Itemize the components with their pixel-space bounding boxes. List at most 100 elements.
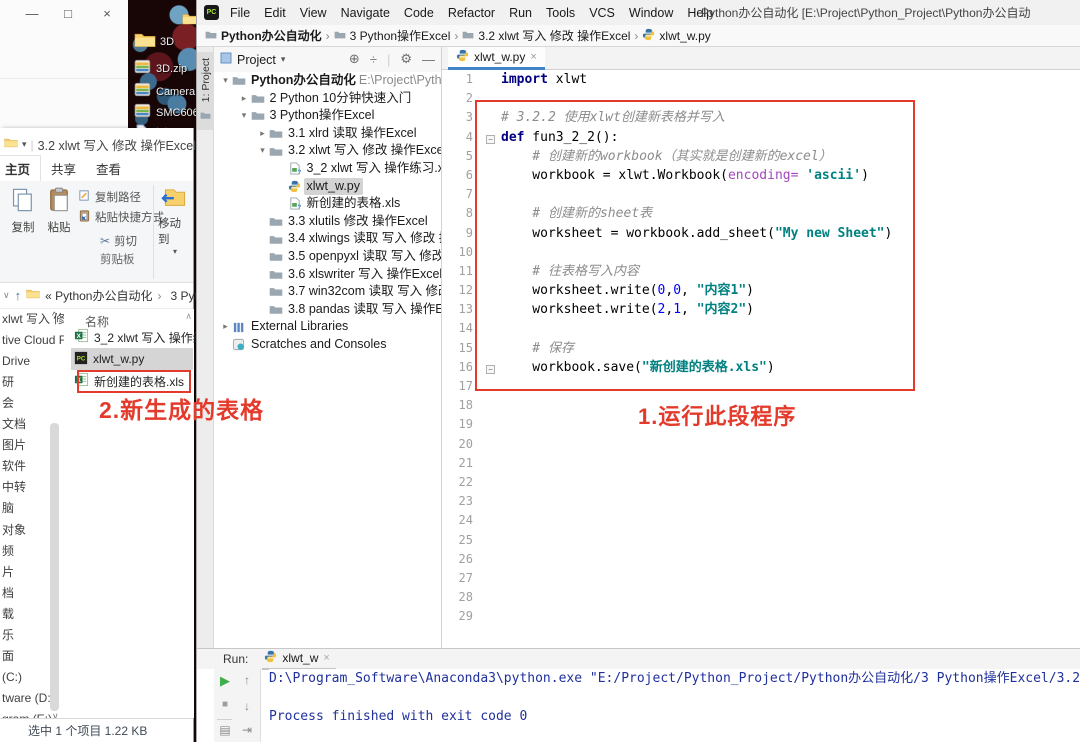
stop-icon[interactable]: ■ bbox=[217, 699, 233, 710]
sidebar-tab-project[interactable]: 1: Project bbox=[197, 52, 214, 130]
menu-vcs[interactable]: VCS bbox=[582, 4, 622, 22]
paste-shortcut-button[interactable]: 粘贴快捷方式 bbox=[78, 209, 164, 225]
ribbon-tab-1[interactable]: 主页 bbox=[0, 155, 41, 181]
settings-gear-icon[interactable]: ⚙ bbox=[400, 51, 412, 67]
hide-panel-icon[interactable]: — bbox=[422, 52, 435, 67]
nav-item[interactable]: 图片 bbox=[2, 435, 26, 456]
close-icon[interactable]: × bbox=[323, 652, 329, 664]
address-bar[interactable]: ∨ ↑ « Python办公自动化 › 3 Pyt bbox=[0, 283, 193, 309]
chevron-down-icon[interactable]: ▾ bbox=[281, 54, 286, 65]
nav-item[interactable]: 脑 bbox=[2, 498, 14, 519]
editor-tab-xlwt-w[interactable]: xlwt_w.py × bbox=[448, 47, 545, 70]
breadcrumb-item[interactable]: Python办公自动化 bbox=[205, 27, 322, 44]
nav-item[interactable]: Drive bbox=[2, 351, 30, 372]
file-row-xlwt_w.py[interactable]: PCxlwt_w.py bbox=[71, 348, 193, 370]
run-console[interactable]: D:\Program_Software\Anaconda3\python.exe… bbox=[269, 669, 1080, 742]
breadcrumb-item[interactable]: xlwt_w.py bbox=[642, 28, 710, 44]
address-chip-icon[interactable]: ∨ bbox=[3, 290, 10, 301]
nav-item[interactable]: 乐 bbox=[2, 625, 14, 646]
tree-item-xlwt_w.py[interactable]: xlwt_w.py bbox=[214, 178, 441, 196]
nav-item[interactable]: 文档 bbox=[2, 414, 26, 435]
copy-path-button[interactable]: 复制路径 bbox=[78, 189, 141, 205]
code-editor[interactable]: 1234567891011121314151617181920212223242… bbox=[442, 70, 1080, 648]
maximize-icon[interactable]: □ bbox=[58, 6, 78, 21]
move-to-button[interactable]: 移动到 ▾ bbox=[158, 185, 192, 256]
tree-item-Python办公自动化[interactable]: ▾Python办公自动化 E:\Project\Python_Pro bbox=[214, 72, 441, 90]
up-stack-icon[interactable]: ↑ bbox=[239, 673, 255, 687]
ribbon-tab-2[interactable]: 共享 bbox=[41, 156, 86, 181]
menu-tools[interactable]: Tools bbox=[539, 4, 582, 22]
tree-item-新创建的表格.xls[interactable]: ?新创建的表格.xls bbox=[214, 195, 441, 213]
nav-item[interactable]: 会 bbox=[2, 393, 14, 414]
tree-item-3.2 xlwt 写入 修改 操作Excel[interactable]: ▾3.2 xlwt 写入 修改 操作Excel bbox=[214, 142, 441, 160]
down-stack-icon[interactable]: ↓ bbox=[239, 699, 255, 713]
nav-item[interactable]: tware (D:) bbox=[2, 688, 55, 709]
nav-item[interactable]: 片 bbox=[2, 562, 14, 583]
file-row-3_2 xlwt 写入 操作练[interactable]: X3_2 xlwt 写入 操作练 bbox=[71, 326, 208, 348]
close-icon[interactable]: × bbox=[97, 6, 117, 21]
nav-item[interactable]: (C:) bbox=[2, 667, 22, 688]
soft-wrap-icon[interactable]: ⇥ bbox=[239, 723, 255, 737]
menu-file[interactable]: File bbox=[223, 4, 257, 22]
tree-item-3_2 xlwt 写入 操作练习.xlsx[interactable]: ?3_2 xlwt 写入 操作练习.xlsx bbox=[214, 160, 441, 178]
rerun-icon[interactable]: ▶ bbox=[217, 673, 233, 689]
close-icon[interactable]: × bbox=[530, 51, 536, 63]
copy-button[interactable]: 复制 bbox=[6, 187, 40, 235]
chevron-down-icon[interactable]: ▾ bbox=[219, 72, 232, 90]
chevron-down-icon[interactable]: ▾ bbox=[238, 107, 251, 125]
address-crumb[interactable]: 3 Pyt bbox=[170, 289, 197, 303]
menu-run[interactable]: Run bbox=[502, 4, 539, 22]
menu-window[interactable]: Window bbox=[622, 4, 680, 22]
menu-edit[interactable]: Edit bbox=[257, 4, 293, 22]
scroll-up-icon[interactable]: ∧ bbox=[185, 311, 192, 322]
ribbon-tab-3[interactable]: 查看 bbox=[86, 156, 131, 181]
chevron-right-icon[interactable]: ▸ bbox=[256, 125, 269, 143]
cut-button[interactable]: ✂ 剪切 bbox=[100, 233, 137, 249]
nav-item[interactable]: 档 bbox=[2, 583, 14, 604]
breadcrumb-item[interactable]: 3 Python操作Excel bbox=[334, 27, 451, 44]
restore-layout-icon[interactable]: ▤ bbox=[217, 723, 233, 737]
nav-item[interactable]: 研 bbox=[2, 372, 14, 393]
nav-item[interactable]: 软件 bbox=[2, 456, 26, 477]
menu-view[interactable]: View bbox=[293, 4, 334, 22]
nav-item[interactable]: 频 bbox=[2, 541, 14, 562]
tree-item-3.5 openpyxl 读取 写入 修改 操作E[interactable]: 3.5 openpyxl 读取 写入 修改 操作E bbox=[214, 248, 441, 266]
locate-target-icon[interactable]: ⊕ bbox=[349, 51, 360, 67]
tree-item-3.1 xlrd 读取 操作Excel[interactable]: ▸3.1 xlrd 读取 操作Excel bbox=[214, 125, 441, 143]
tree-item-External Libraries[interactable]: ▸External Libraries bbox=[214, 318, 441, 336]
tree-item-Scratches and Consoles[interactable]: Scratches and Consoles bbox=[214, 336, 441, 354]
nav-item[interactable]: gram (E:) bbox=[2, 709, 52, 718]
fold-marker-icon[interactable]: − bbox=[486, 135, 495, 144]
nav-item[interactable]: 中转 bbox=[2, 477, 26, 498]
nav-item[interactable]: 载 bbox=[2, 604, 14, 625]
tree-item-2 Python 10分钟快速入门[interactable]: ▸2 Python 10分钟快速入门 bbox=[214, 90, 441, 108]
tree-item-3.8 pandas 读取 写入 操作Excel[interactable]: 3.8 pandas 读取 写入 操作Excel bbox=[214, 301, 441, 319]
breadcrumb-item[interactable]: 3.2 xlwt 写入 修改 操作Excel bbox=[462, 27, 630, 44]
menu-refactor[interactable]: Refactor bbox=[441, 4, 502, 22]
file-row-新创建的表格.xls[interactable]: X新创建的表格.xls bbox=[71, 370, 187, 392]
address-crumb[interactable]: « Python办公自动化 bbox=[45, 287, 152, 304]
tree-item-3 Python操作Excel[interactable]: ▾3 Python操作Excel bbox=[214, 107, 441, 125]
desktop-icon-3D[interactable]: 3D bbox=[134, 30, 174, 54]
chevron-right-icon[interactable]: ▸ bbox=[219, 318, 232, 336]
chevron-down-icon[interactable]: ▾ bbox=[22, 139, 27, 150]
menu-navigate[interactable]: Navigate bbox=[334, 4, 397, 22]
nav-scrollbar[interactable] bbox=[50, 423, 59, 711]
tree-item-3.7 win32com 读取 写入 修改 操作[interactable]: 3.7 win32com 读取 写入 修改 操作 bbox=[214, 283, 441, 301]
paste-button[interactable]: 粘贴 bbox=[42, 187, 76, 235]
nav-item[interactable]: tive Cloud F bbox=[2, 330, 64, 351]
tree-item-3.4 xlwings 读取 写入 修改 操作Exc[interactable]: 3.4 xlwings 读取 写入 修改 操作Exc bbox=[214, 230, 441, 248]
chevron-right-icon[interactable]: ▸ bbox=[238, 90, 251, 108]
tree-item-3.3 xlutils 修改 操作Excel[interactable]: 3.3 xlutils 修改 操作Excel bbox=[214, 213, 441, 231]
collapse-all-icon[interactable]: ÷ bbox=[370, 52, 377, 67]
tree-item-3.6 xlswriter 写入 操作Excel[interactable]: 3.6 xlswriter 写入 操作Excel bbox=[214, 266, 441, 284]
menu-code[interactable]: Code bbox=[397, 4, 441, 22]
desktop-icon-3D.zip[interactable]: 3D.zip bbox=[134, 57, 187, 81]
code-area[interactable]: import xlwt# 3.2.2 使用xlwt创建新表格并写入def fun… bbox=[501, 70, 1080, 626]
nav-item[interactable]: 对象 bbox=[2, 520, 26, 541]
nav-item[interactable]: 面 bbox=[2, 646, 14, 667]
up-arrow-icon[interactable]: ↑ bbox=[15, 288, 22, 303]
run-tab-xlwt-w[interactable]: xlwt_w × bbox=[262, 649, 335, 670]
fold-marker-icon[interactable]: − bbox=[486, 365, 495, 374]
chevron-down-icon[interactable]: ▾ bbox=[256, 142, 269, 160]
